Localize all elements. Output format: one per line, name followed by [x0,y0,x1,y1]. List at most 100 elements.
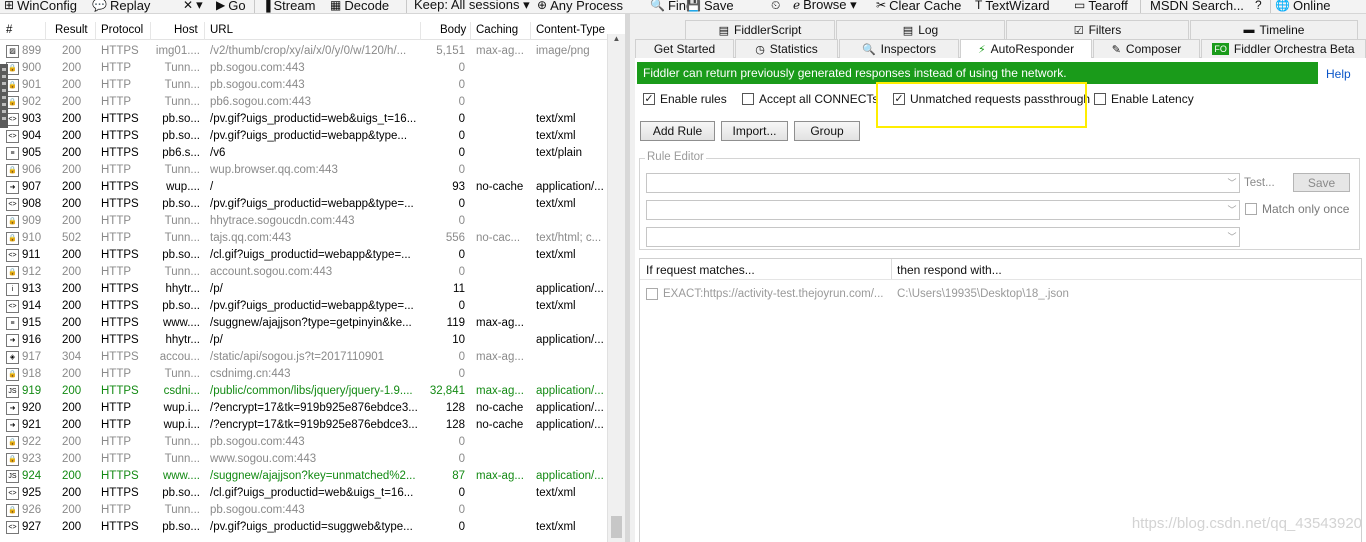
group-button[interactable]: Group [794,121,860,141]
table-row[interactable]: 🔒 901 200 HTTP Tunn... pb.sogou.com:443 0 [0,77,607,94]
table-row[interactable]: 🔒 918 200 HTTP Tunn... csdnimg.cn:443 0 [0,366,607,383]
table-row[interactable]: 🔒 902 200 HTTP Tunn... pb6.sogou.com:443 0 [0,94,607,111]
scrollbar-thumb[interactable] [611,516,622,538]
checkbox-unchecked-icon[interactable] [1245,203,1257,215]
enable-rules-checkbox[interactable]: ✓ Enable rules [643,92,727,106]
session-result: 200 [62,368,82,380]
checkbox-unchecked-icon[interactable] [646,288,658,300]
table-row[interactable]: ≡ 915 200 HTTPS www.... /suggnew/ajajjson?typ… [0,315,607,332]
help-link[interactable]: Help [1326,67,1351,81]
chevron-down-icon[interactable]: ﹀ [1225,228,1239,246]
column-header-url[interactable]: URL [210,24,233,36]
tab-inspectors[interactable]: 🔍 Inspectors [839,39,959,58]
column-header-respond[interactable]: then respond with... [897,263,1002,277]
table-row[interactable]: <> 911 200 HTTPS pb.so... /cl.gif?uigs_produc… [0,247,607,264]
toolbar-item-7[interactable]: ⊕ Any Process [537,0,623,13]
table-row[interactable]: ➜ 907 200 HTTPS wup.... / 93 no-cache applicatio… [0,179,607,196]
column-header-host[interactable]: Host [174,24,198,36]
table-row[interactable]: ≡ 905 200 HTTPS pb6.s... /v6 0 text/plain [0,145,607,162]
toolbar-item-13[interactable]: T TextWizard [975,0,1050,13]
comment-combo[interactable]: ﹀ [646,227,1240,247]
session-list-scrollbar[interactable]: ▲ [607,34,625,542]
table-row[interactable]: <> 927 200 HTTPS pb.so... /pv.gif?uigs_produc… [0,519,607,536]
column-header-content-type[interactable]: Content-Type [536,24,605,36]
toolbar-item-4[interactable]: ▐ Stream [262,0,315,13]
column-header-body[interactable]: Body [440,24,466,36]
toolbar-item-10[interactable]: ⏲ [771,0,783,13]
toolbar-item-11[interactable]: ℯ Browse ▾ [793,0,857,13]
table-row[interactable]: ▨ 899 200 HTTPS img01.... /v2/thumb/crop/xy/a… [0,43,607,60]
toolbar-item-0[interactable]: ⊞ WinConfig [4,0,77,13]
tab-autoresponder[interactable]: ⚡ AutoResponder [960,39,1092,58]
checkbox-checked-icon[interactable]: ✓ [643,93,655,105]
chevron-down-icon[interactable]: ﹀ [1225,174,1239,192]
toolbar-item-16[interactable]: ? [1255,0,1265,13]
toolbar-item-12[interactable]: ✂ Clear Cache [876,0,961,13]
toolbar-item-1[interactable]: 💬 Replay [92,0,150,13]
toolbar-item-9[interactable]: 💾 Save [686,0,734,13]
table-row[interactable]: <> 903 200 HTTPS pb.so.../pv.gif?uigs_produc… [0,111,607,128]
table-row[interactable]: JS 924 200 HTTPS www.... /suggnew/ajajjson?ke… [0,468,607,485]
table-row[interactable]: 🔒 922 200 HTTP Tunn... pb.sogou.com:443 0 [0,434,607,451]
toolbar-item-3[interactable]: ▶ Go [216,0,246,13]
table-row[interactable]: 🔒 906 200 HTTP Tunn... wup.browser.qq.com:443… [0,162,607,179]
checkbox-unchecked-icon[interactable] [1094,93,1106,105]
column-header-protocol[interactable]: Protocol [101,24,143,36]
tab-log[interactable]: ▤ Log [836,20,1005,39]
tab-filters[interactable]: ☑ Filters [1006,20,1189,39]
respond-combo[interactable]: ﹀ [646,200,1240,220]
rule-item[interactable]: EXACT:https://activity-test.thejoyrun.co… [646,288,884,300]
toolbar-item-14[interactable]: ▭ Tearoff [1074,0,1128,13]
column-header-result[interactable]: Result [55,24,88,36]
session-protocol: HTTPS [101,181,139,193]
toolbar-item-5[interactable]: ▦ Decode [330,0,389,13]
table-row[interactable]: 🔒 900 200 HTTP Tunn... pb.sogou.com:443 0 [0,60,607,77]
table-row[interactable]: <> 914 200 HTTPS pb.so... /pv.gif?uigs_produc… [0,298,607,315]
table-row[interactable]: 🔒 926 200 HTTP Tunn... pb.sogou.com:443 0 [0,502,607,519]
table-row[interactable]: ➜ 920 200 HTTP wup.i... /?encrypt=17&tk=919b9… [0,400,607,417]
session-body-size: 119 [446,317,465,329]
column-header-matches[interactable]: If request matches... [646,263,755,277]
save-rule-button[interactable]: Save [1293,173,1350,192]
tab-fiddlerscript[interactable]: ▤ FiddlerScript [685,20,835,39]
table-row[interactable]: <> 908 200 HTTPS pb.so... /pv.gif?uigs_produc… [0,196,607,213]
tab-fiddler-orchestra-beta[interactable]: FO Fiddler Orchestra Beta [1201,39,1366,58]
enable-latency-checkbox[interactable]: Enable Latency [1094,92,1194,106]
toolbar-item-15[interactable]: MSDN Search... [1150,0,1244,13]
scroll-up-arrow-icon[interactable]: ▲ [608,34,625,48]
table-row[interactable]: 🔒 912 200 HTTP Tunn... account.sogou.com:443 0 [0,264,607,281]
table-row[interactable]: ➜ 921 200 HTTP wup.i... /?encrypt=17&tk=919b9… [0,417,607,434]
tab-composer[interactable]: ✎ Composer [1093,39,1200,58]
table-row[interactable]: ◈ 917 304 HTTPS accou... /static/api/sogou.js… [0,349,607,366]
column-header-caching[interactable]: Caching [476,24,518,36]
column-header-num[interactable]: # [6,24,12,36]
table-row[interactable]: i 913 200 HTTPS hhytr... /p/11 application/... [0,281,607,298]
chevron-down-icon[interactable]: ﹀ [1225,201,1239,219]
autoresponder-panel: Fiddler can return previously generated … [635,57,1366,542]
session-number: 912 [22,266,42,278]
toolbar-item-2[interactable]: ✕ ▾ [183,0,203,13]
table-row[interactable]: 🔒 909 200 HTTP Tunn... hhytrace.sogoucdn.com:… [0,213,607,230]
table-row[interactable]: <> 925 200 HTTPS pb.so... /cl.gif?uigs_produc… [0,485,607,502]
tab-statistics[interactable]: ◷ Statistics [735,39,838,58]
table-row[interactable]: 🔒 910 502 HTTP Tunn... tajs.qq.com:443 556 no-c… [0,230,607,247]
table-row[interactable]: <> 904 200 HTTPS pb.so... /pv.gif?uigs_produc… [0,128,607,145]
session-url: pb.sogou.com:443 [210,436,305,448]
tab-timeline[interactable]: ▬ Timeline [1190,20,1358,39]
table-row[interactable]: JS 919 200 HTTPS csdni... /public/common/libs… [0,383,607,400]
test-link[interactable]: Test... [1244,177,1275,189]
match-only-once-checkbox[interactable]: Match only once [1245,202,1349,216]
table-row[interactable]: ➜ 916 200 HTTPS hhytr... /p/10 application/... [0,332,607,349]
tab-get-started[interactable]: Get Started [635,39,734,58]
session-list-gripper[interactable] [0,64,8,128]
table-row[interactable]: 🔒 923 200 HTTP Tunn... www.sogou.com:443 0 [0,451,607,468]
session-list-header: # Result Protocol Host URL Body Caching … [0,22,625,40]
toolbar-item-6[interactable]: Keep: All sessions ▾ [414,0,530,13]
accept-connects-checkbox[interactable]: Accept all CONNECTs [742,92,878,106]
add-rule-button[interactable]: Add Rule [640,121,715,141]
toolbar-item-17[interactable]: 🌐 Online [1275,0,1331,13]
import-button[interactable]: Import... [721,121,788,141]
match-combo[interactable]: ﹀ [646,173,1240,193]
session-result: 200 [62,521,82,533]
checkbox-unchecked-icon[interactable] [742,93,754,105]
